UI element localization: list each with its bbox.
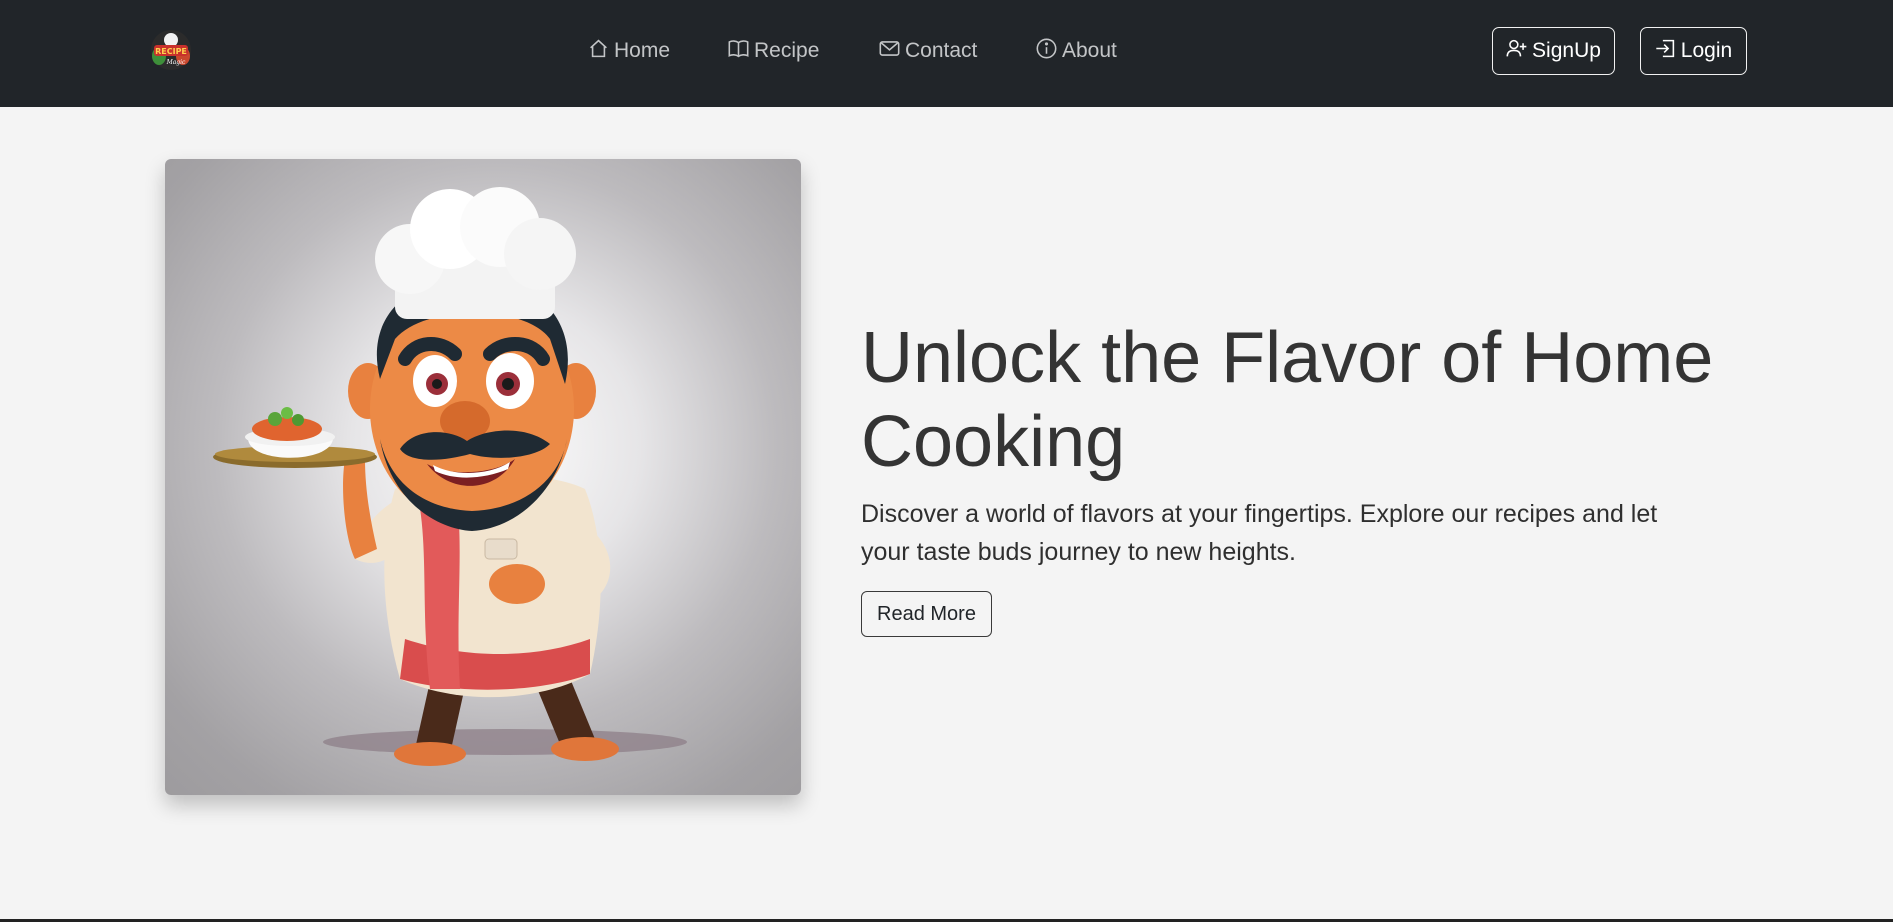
book-icon xyxy=(728,38,749,65)
nav-home-label: Home xyxy=(614,39,671,62)
nav-contact[interactable]: Contact xyxy=(879,36,977,66)
login-button[interactable]: Login xyxy=(1640,27,1747,75)
signup-button[interactable]: SignUp xyxy=(1492,27,1615,75)
nav-contact-label: Contact xyxy=(905,39,978,62)
hero-title: Unlock the Flavor of Home Cooking xyxy=(861,318,1714,482)
nav-about[interactable]: About xyxy=(1036,36,1117,66)
signup-label: SignUp xyxy=(1532,39,1601,62)
nav-about-label: About xyxy=(1062,39,1117,62)
hero-chef-image xyxy=(165,159,801,795)
read-more-button[interactable]: Read More xyxy=(861,591,992,637)
nav-recipe[interactable]: Recipe xyxy=(728,36,819,66)
hero-description: Discover a world of flavors at your fing… xyxy=(861,500,1658,566)
nav-recipe-label: Recipe xyxy=(754,39,820,62)
person-plus-icon xyxy=(1506,38,1527,65)
navbar: RECIPE Magic Home Recipe Contact About S… xyxy=(0,0,1893,107)
nav-home[interactable]: Home xyxy=(588,36,670,66)
envelope-icon xyxy=(879,38,900,65)
login-label: Login xyxy=(1680,39,1733,62)
info-circle-icon xyxy=(1036,38,1057,65)
box-arrow-in-icon xyxy=(1655,38,1676,65)
house-icon xyxy=(588,38,609,65)
